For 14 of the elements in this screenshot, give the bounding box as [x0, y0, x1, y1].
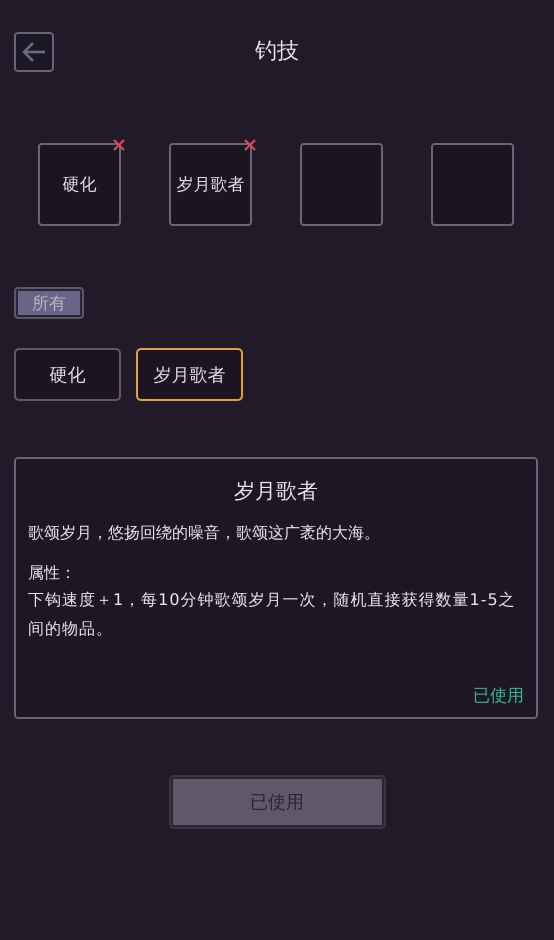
attributes-label: 属性：: [28, 562, 77, 584]
remove-icon[interactable]: [242, 137, 258, 153]
page-title: 钓技: [254, 38, 300, 66]
empty-skill-slot[interactable]: [431, 143, 514, 226]
empty-skill-slot[interactable]: [300, 143, 383, 226]
skill-name: 岁月歌者: [233, 478, 319, 505]
remove-icon[interactable]: [111, 137, 127, 153]
attributes-text: 下钩速度＋1，每10分钟歌颂岁月一次，随机直接获得数量1-5之间的物品。: [28, 589, 517, 640]
skill-chip[interactable]: 硬化: [14, 348, 121, 401]
status-label: 已使用: [473, 685, 524, 707]
back-arrow-icon: [21, 41, 47, 63]
skill-description: 歌颂岁月，悠扬回绕的噪音，歌颂这广袤的大海。: [28, 522, 381, 544]
skill-chip[interactable]: 岁月歌者: [136, 348, 243, 401]
back-button[interactable]: [14, 32, 54, 72]
